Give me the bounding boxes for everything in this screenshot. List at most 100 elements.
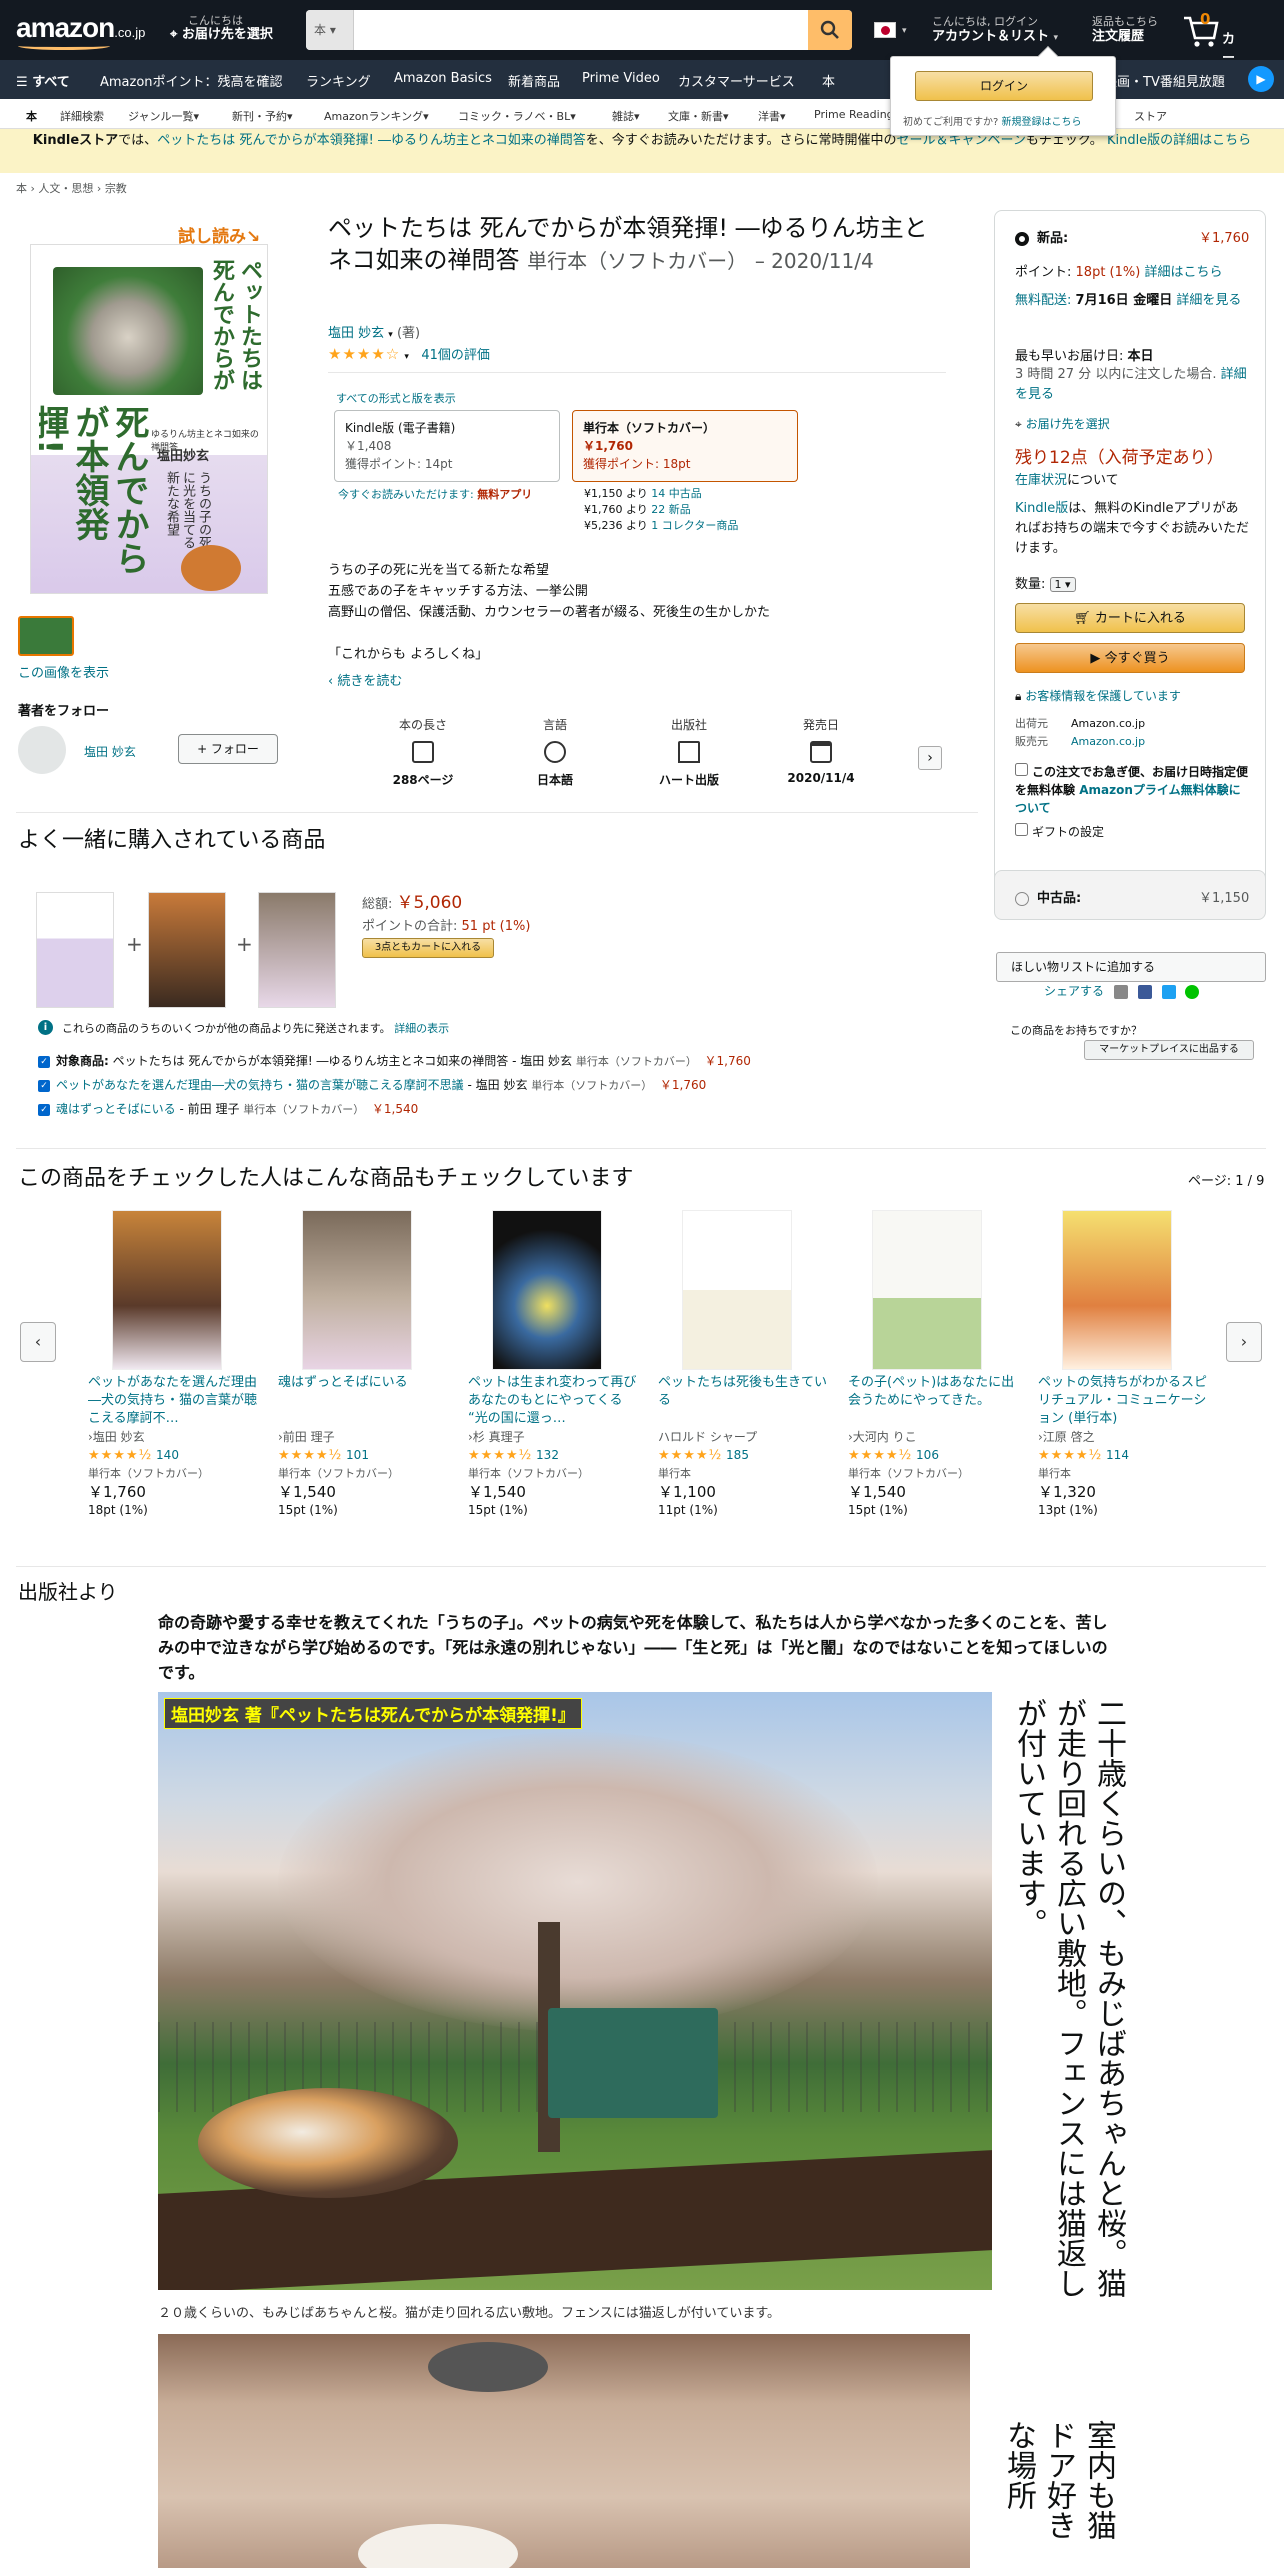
book-cover-image[interactable]: ペットたちは死んでからが本領発揮! 死んでからが本領発揮! ゆるりん坊主とネコ如… [30, 244, 268, 594]
stock-info-link[interactable]: 在庫状況 [1015, 473, 1067, 488]
sell-on-marketplace-button[interactable]: マーケットプレイスに出品する [1084, 1040, 1254, 1060]
carousel-book-image[interactable] [492, 1210, 602, 1370]
carousel-book-image[interactable] [1062, 1210, 1172, 1370]
new-radio[interactable] [1015, 231, 1029, 246]
buy-now-button[interactable]: ▶ 今すぐ買う [1015, 643, 1245, 673]
format-kindle[interactable]: Kindle版 (電子書籍) ￥1,408 獲得ポイント: 14pt [334, 410, 560, 482]
subnav-item[interactable]: 本 [26, 108, 37, 124]
all-formats-link[interactable]: すべての形式と版を表示 [336, 390, 456, 406]
all-menu-button[interactable]: ☰ すべて [16, 71, 70, 90]
language-flag[interactable] [874, 22, 896, 38]
quantity-select[interactable]: 1 ▾ [1049, 577, 1076, 592]
read-more-link[interactable]: ‹ 続きを読む [328, 670, 402, 689]
carousel-item-title[interactable]: ペットがあなたを選んだ理由―犬の気持ち・猫の言葉が聴こえる摩訶不… [88, 1374, 258, 1428]
account-menu[interactable]: こんにちは, ログイン アカウント＆リスト ▾ [932, 14, 1058, 46]
carousel-item-title[interactable]: 魂はずっとそばにいる [278, 1374, 448, 1428]
kindle-detail-link[interactable]: Kindle版の詳細はこちら [1107, 133, 1251, 148]
nav-item[interactable]: ランキング [306, 71, 371, 90]
nav-item[interactable]: 本 [822, 71, 835, 90]
new-offers-link[interactable]: 22 新品 [651, 503, 691, 516]
kindle-edition-link[interactable]: Kindle版 [1015, 501, 1068, 516]
facebook-icon[interactable] [1137, 984, 1152, 999]
nav-item[interactable]: Prime Video [582, 71, 660, 86]
collector-offers-link[interactable]: 1 コレクター商品 [651, 519, 738, 532]
add-to-cart-button[interactable]: 🛒︎ カートに入れる [1015, 603, 1245, 633]
carousel-book-image[interactable] [872, 1210, 982, 1370]
line-icon[interactable] [1185, 984, 1200, 999]
secure-transaction-link[interactable]: お客様情報を保護しています [1025, 689, 1181, 703]
author-name-link[interactable]: 塩田 妙玄 [84, 743, 136, 760]
used-offers-link[interactable]: 14 中古品 [651, 487, 702, 500]
add-all-to-cart-button[interactable]: 3点ともカートに入れる [362, 938, 494, 958]
gift-checkbox[interactable] [1015, 823, 1028, 836]
nav-item[interactable]: 新着商品 [508, 71, 560, 90]
subnav-item[interactable]: 新刊・予約▾ [232, 108, 293, 124]
fbt-checkbox[interactable]: ✓ [38, 1103, 50, 1116]
carousel-item-title[interactable]: ペットの気持ちがわかるスピリチュアル・コミュニケーション (単行本) [1038, 1374, 1208, 1428]
carousel-book-image[interactable] [112, 1210, 222, 1370]
breadcrumb-item[interactable]: 人文・思想 [38, 182, 93, 195]
subnav-item[interactable]: 詳細検索 [60, 108, 104, 124]
nav-item[interactable]: カスタマーサービス [678, 71, 795, 90]
add-to-wishlist-button[interactable]: ほしい物リストに追加する [996, 952, 1266, 982]
star-rating-icon[interactable]: ★★★★☆ [328, 345, 400, 363]
prime-trial-checkbox[interactable] [1015, 763, 1028, 776]
amazon-logo[interactable]: amazon.co.jp [16, 12, 145, 50]
subnav-item[interactable]: ストア [1134, 108, 1167, 124]
fbt-item-link[interactable]: ペットがあなたを選んだ理由―犬の気持ち・猫の言葉が聴こえる摩訶不思議 [56, 1078, 464, 1092]
kindle-title-link[interactable]: ペットたちは 死んでからが本領発揮! ―ゆるりん坊主とネコ如来の禅問答 [157, 133, 586, 148]
search-button[interactable] [808, 10, 852, 50]
fbt-item-link[interactable]: 魂はずっとそばにいる [56, 1102, 176, 1116]
nav-item[interactable]: Amazon Basics [394, 71, 492, 86]
author-link[interactable]: 塩田 妙玄 [328, 326, 384, 341]
fbt-book-image[interactable] [148, 892, 226, 1008]
email-icon[interactable] [1113, 984, 1128, 999]
search-input[interactable] [358, 10, 808, 50]
seller-link[interactable]: Amazon.co.jp [1071, 735, 1145, 748]
breadcrumb-item[interactable]: 宗教 [105, 182, 127, 195]
view-image-link[interactable]: この画像を表示 [18, 662, 109, 681]
subnav-item[interactable]: Prime Reading [814, 108, 894, 121]
cover-thumbnail[interactable] [18, 616, 74, 656]
subnav-item[interactable]: Amazonランキング▾ [324, 108, 429, 124]
register-link[interactable]: 新規登録はこちら [1002, 117, 1082, 128]
breadcrumb-item[interactable]: 本 [16, 182, 27, 195]
subnav-item[interactable]: 洋書▾ [758, 108, 786, 124]
carousel-next-button[interactable]: › [1226, 1322, 1262, 1362]
used-offer-box[interactable]: 中古品: ￥1,150 [994, 870, 1266, 920]
subnav-item[interactable]: 文庫・新書▾ [668, 108, 729, 124]
twitter-icon[interactable] [1161, 984, 1176, 999]
subnav-item[interactable]: ジャンル一覧▾ [128, 108, 199, 124]
nav-item[interactable]: Amazonポイント：残高を確認 [100, 71, 283, 90]
shipping-detail-link[interactable]: 詳細を見る [1176, 293, 1241, 308]
subnav-item[interactable]: コミック・ラノベ・BL▾ [458, 108, 576, 124]
format-softcover[interactable]: 単行本（ソフトカバー） ￥1,760 獲得ポイント: 18pt [572, 410, 798, 482]
subnav-item[interactable]: 雑誌▾ [612, 108, 640, 124]
select-address-link[interactable]: お届け先を選択 [1026, 417, 1110, 431]
login-button[interactable]: ログイン [915, 71, 1093, 101]
carousel-book-image[interactable] [682, 1210, 792, 1370]
carousel-item-title[interactable]: ペットたちは死後も生きている [658, 1374, 828, 1428]
free-app-link[interactable]: 無料アプリ [477, 488, 532, 501]
attributes-next-button[interactable]: › [918, 746, 942, 770]
deliver-to[interactable]: こんにちは ⌖ お届け先を選択 [170, 14, 273, 42]
carousel-prev-button[interactable]: ‹ [20, 1322, 56, 1362]
carousel-book-image[interactable] [302, 1210, 412, 1370]
follow-button[interactable]: + フォロー [178, 734, 278, 764]
free-shipping-link[interactable]: 無料配送: [1015, 293, 1071, 308]
fbt-detail-link[interactable]: 詳細の表示 [394, 1022, 449, 1035]
carousel-item-title[interactable]: その子(ペット)はあなたに出会うためにやってきた。 [848, 1374, 1018, 1428]
used-radio[interactable] [1015, 891, 1029, 906]
prime-video-promo[interactable]: 映画・TV番組見放題 [1104, 71, 1225, 90]
fbt-checkbox[interactable]: ✓ [38, 1055, 50, 1068]
avatar[interactable] [18, 726, 66, 774]
fbt-checkbox[interactable]: ✓ [38, 1079, 50, 1092]
search-category-select[interactable]: 本 ▾ [306, 10, 354, 50]
fbt-book-image[interactable] [258, 892, 336, 1008]
orders-link[interactable]: 返品もこちら 注文履歴 [1092, 14, 1158, 44]
carousel-item-title[interactable]: ペットは生まれ変わって再びあなたのもとにやってくる “光の国に還っ… [468, 1374, 638, 1428]
rating-count-link[interactable]: 41個の評価 [421, 348, 490, 363]
share-link[interactable]: シェアする [1044, 984, 1104, 998]
points-detail-link[interactable]: 詳細はこちら [1144, 265, 1222, 280]
play-icon[interactable]: ▶ [1248, 66, 1274, 92]
